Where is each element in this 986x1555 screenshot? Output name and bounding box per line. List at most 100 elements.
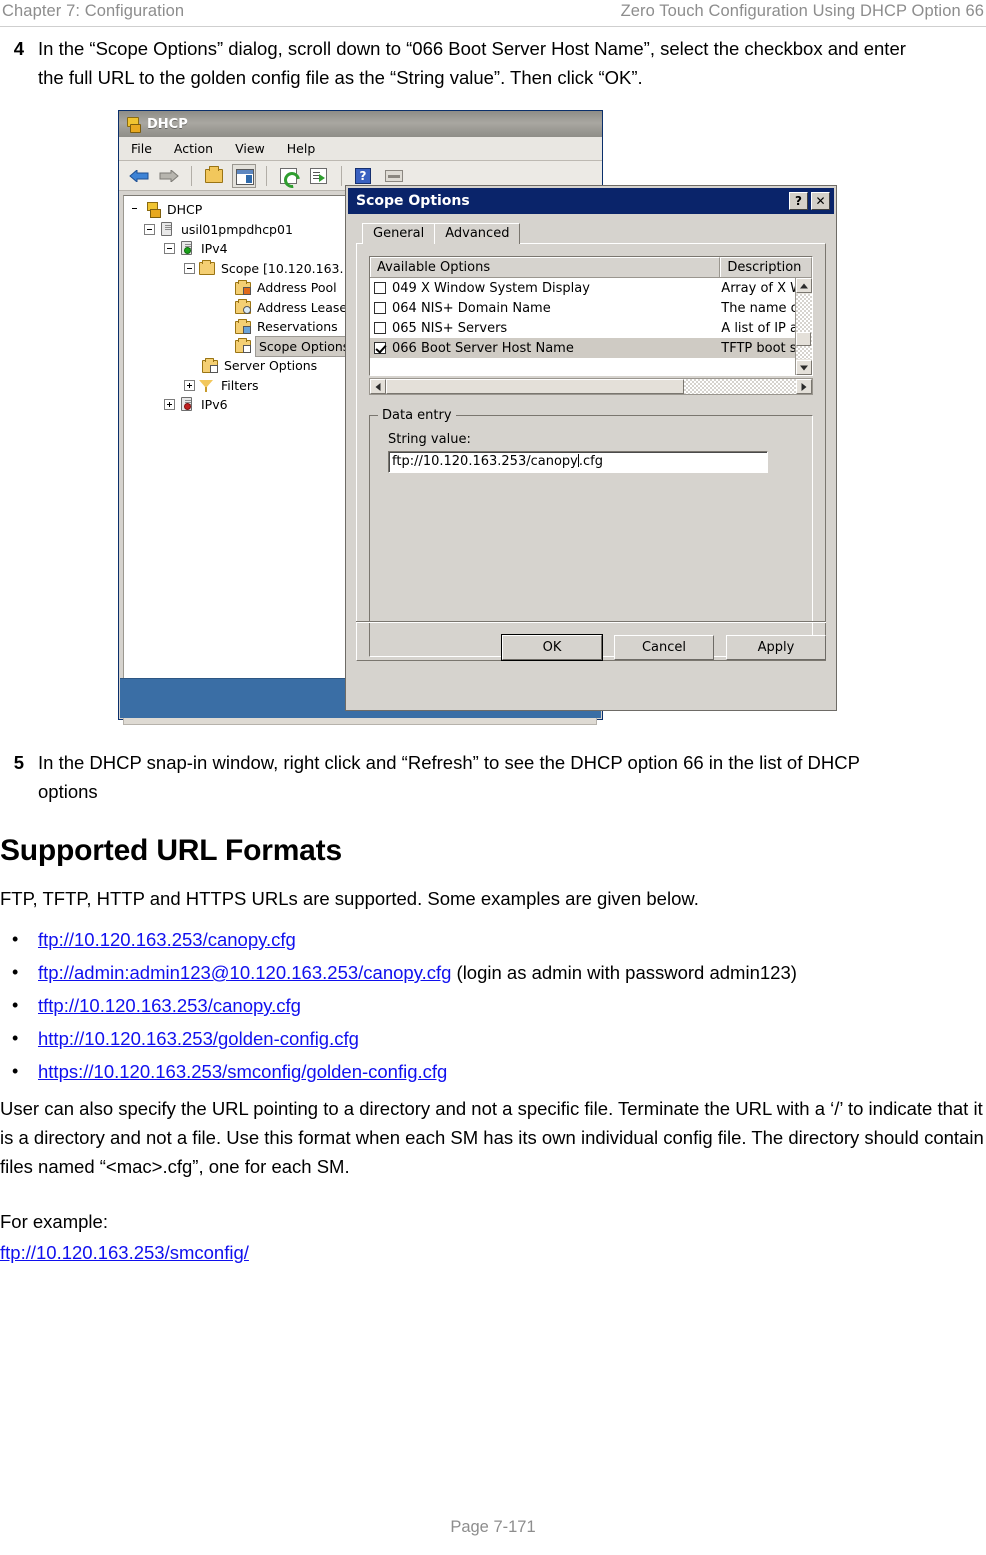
server-green-icon [179, 241, 195, 256]
forward-arrow-icon[interactable] [157, 164, 181, 188]
dhcp-root-icon [145, 202, 161, 219]
export-list-icon[interactable] [307, 164, 331, 188]
menu-action[interactable]: Action [174, 141, 213, 156]
option-checkbox[interactable] [374, 322, 386, 334]
screenshot-canvas: DHCP File Action View Help ? DHCP usil01… [118, 110, 837, 725]
tree-item-label: Server Options [224, 358, 318, 373]
list-item: tftp://10.120.163.253/canopy.cfg [0, 989, 986, 1022]
url-link[interactable]: http://10.120.163.253/golden-config.cfg [38, 1028, 359, 1049]
toolbar-separator [191, 165, 192, 186]
figure-dhcp-scope-options: DHCP File Action View Help ? DHCP usil01… [118, 110, 986, 725]
dialog-body: General Advanced Available Options Descr… [348, 214, 834, 669]
scroll-left-icon[interactable] [370, 379, 386, 394]
tab-general[interactable]: General [362, 223, 436, 244]
string-value-text-tail: .cfg [578, 454, 603, 469]
server-options-folder-icon [202, 357, 218, 373]
column-available-options[interactable]: Available Options [370, 257, 721, 277]
option-checkbox[interactable] [374, 302, 386, 314]
tree-item-label: Filters [221, 377, 259, 393]
tab-advanced[interactable]: Advanced [434, 223, 521, 244]
tree-expander[interactable] [164, 243, 175, 255]
cancel-button[interactable]: Cancel [614, 634, 714, 660]
scope-options-folder-icon [235, 338, 251, 354]
folder-up-icon[interactable] [202, 164, 226, 188]
page-footer: Page 7-171 [450, 1518, 536, 1536]
section-intro: FTP, TFTP, HTTP and HTTPS URLs are suppo… [0, 888, 699, 909]
url-link[interactable]: https://10.120.163.253/smconfig/golden-c… [38, 1061, 447, 1082]
dialog-title: Scope Options [356, 193, 470, 209]
scroll-up-icon[interactable] [796, 278, 812, 293]
url-note: (login as admin with password admin123) [451, 962, 797, 983]
reservations-folder-icon [235, 318, 251, 334]
header-divider [0, 26, 986, 27]
refresh-icon[interactable] [277, 164, 301, 188]
dialog-buttons: OK Cancel Apply [356, 625, 826, 661]
available-options-list[interactable]: Available Options Description 049 X Wind… [369, 256, 813, 376]
list-item: ftp://admin:admin123@10.120.163.253/cano… [0, 956, 986, 989]
scroll-down-icon[interactable] [796, 360, 812, 375]
document-body: 4 In the “Scope Options” dialog, scroll … [0, 34, 986, 1277]
tree-item-label: IPv4 [201, 241, 228, 256]
option-checkbox[interactable] [374, 282, 386, 294]
filter-funnel-icon [199, 379, 215, 393]
dialog-separator [356, 621, 826, 623]
address-leases-folder-icon [235, 299, 251, 315]
string-value-input[interactable]: ftp://10.120.163.253/canopy.cfg [388, 451, 768, 473]
close-icon[interactable]: ✕ [811, 192, 830, 210]
list-header: Available Options Description [370, 257, 812, 278]
menu-help[interactable]: Help [287, 141, 316, 156]
list-item-selected[interactable]: 066 Boot Server Host Name TFTP boot s [370, 338, 812, 358]
menu-view[interactable]: View [235, 141, 265, 156]
apply-button[interactable]: Apply [726, 634, 826, 660]
list-vertical-scrollbar[interactable] [795, 278, 812, 375]
dialog-titlebar: Scope Options ? ✕ [348, 188, 834, 214]
tree-item-label: Reservations [257, 319, 338, 334]
tree-item-label: DHCP [167, 202, 203, 217]
tree-item-label: usil01pmpdhcp01 [181, 221, 293, 237]
properties-icon[interactable] [382, 164, 406, 188]
column-description[interactable]: Description [720, 257, 812, 277]
scrollbar-thumb[interactable] [796, 332, 811, 346]
list-rows: 049 X Window System Display Array of X W… [370, 278, 812, 375]
example-label: For example: [0, 1211, 108, 1232]
show-hide-tree-icon[interactable] [232, 163, 256, 188]
dhcp-menubar: File Action View Help [119, 137, 602, 161]
step-number: 5 [13, 752, 24, 773]
scroll-right-icon[interactable] [796, 379, 812, 394]
tree-expander[interactable] [184, 262, 195, 274]
list-item: https://10.120.163.253/smconfig/golden-c… [0, 1055, 986, 1088]
server-icon [159, 221, 175, 237]
list-item[interactable]: 065 NIS+ Servers A list of IP a [370, 318, 812, 338]
url-link[interactable]: ftp://10.120.163.253/canopy.cfg [38, 929, 296, 950]
option-name: 066 Boot Server Host Name [392, 340, 574, 356]
tree-expander[interactable] [184, 379, 195, 391]
scrollbar-thumb[interactable] [386, 379, 684, 394]
step-text: In the “Scope Options” dialog, scroll do… [38, 38, 906, 88]
tree-expander[interactable] [164, 399, 175, 411]
tree-expander[interactable] [144, 223, 155, 235]
data-entry-legend: Data entry [378, 408, 456, 423]
scrollbar-track[interactable] [796, 294, 812, 359]
list-item: ftp://10.120.163.253/canopy.cfg [0, 923, 986, 956]
help-icon[interactable]: ? [789, 192, 808, 210]
url-link[interactable]: tftp://10.120.163.253/canopy.cfg [38, 995, 301, 1016]
folder-icon [199, 260, 215, 276]
url-link[interactable]: ftp://admin:admin123@10.120.163.253/cano… [38, 962, 451, 983]
back-arrow-icon[interactable] [127, 164, 151, 188]
tree-item-label: IPv6 [201, 397, 228, 412]
ok-button[interactable]: OK [501, 633, 603, 661]
address-pool-folder-icon [235, 279, 251, 295]
list-item[interactable]: 064 NIS+ Domain Name The name o [370, 298, 812, 318]
running-header: Chapter 7: Configuration Zero Touch Conf… [0, 0, 986, 28]
string-value-text: ftp://10.120.163.253/canopy [392, 454, 578, 469]
option-checkbox-checked[interactable] [374, 342, 386, 354]
menu-file[interactable]: File [131, 141, 152, 156]
option-name: 064 NIS+ Domain Name [392, 300, 551, 316]
help-icon[interactable]: ? [352, 164, 376, 188]
toolbar-separator [266, 165, 267, 186]
list-item[interactable]: 049 X Window System Display Array of X W [370, 278, 812, 298]
tree-item-label: Address Pool [257, 280, 337, 295]
list-horizontal-scrollbar[interactable] [369, 378, 813, 395]
example-url-link[interactable]: ftp://10.120.163.253/smconfig/ [0, 1242, 249, 1263]
